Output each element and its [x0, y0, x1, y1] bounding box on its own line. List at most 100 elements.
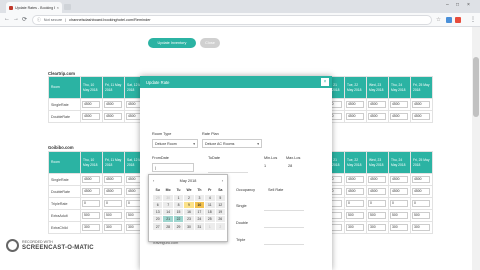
extension-icon[interactable] — [446, 17, 452, 23]
calendar-day[interactable]: 19 — [214, 208, 227, 217]
calendar-day[interactable]: 29 — [151, 193, 164, 202]
browser-tab[interactable]: Update Rates - Booking Engine × — [6, 2, 62, 13]
rate-input[interactable]: 4500 — [104, 113, 122, 120]
address-bar[interactable]: ⓘ Not secure | channelsdashboard.booking… — [32, 15, 432, 25]
rate-input[interactable]: 4500 — [368, 113, 386, 120]
rate-input[interactable]: 300 — [368, 224, 386, 231]
rate-input[interactable]: 4500 — [368, 101, 386, 108]
minimize-icon[interactable]: – — [446, 2, 449, 8]
rate-input[interactable]: 500 — [104, 212, 122, 219]
rate-input[interactable]: 4500 — [346, 176, 364, 183]
calendar-day[interactable]: 25 — [204, 215, 216, 224]
rate-input[interactable]: 4500 — [412, 176, 430, 183]
calendar-day[interactable]: 23 — [183, 215, 195, 224]
rate-input[interactable]: 300 — [346, 224, 364, 231]
calendar-day[interactable]: 5 — [214, 193, 227, 202]
rate-input[interactable]: 4500 — [82, 113, 100, 120]
rate-input[interactable]: 4500 — [82, 176, 100, 183]
rate-input[interactable]: 4500 — [412, 101, 430, 108]
rate-input[interactable]: 4500 — [346, 101, 364, 108]
calendar-day[interactable]: 31 — [193, 222, 206, 231]
rate-input[interactable]: 300 — [390, 224, 408, 231]
rate-input[interactable]: 4500 — [104, 176, 122, 183]
calendar-day[interactable]: 30 — [162, 193, 174, 202]
info-icon[interactable]: ⓘ — [37, 18, 41, 23]
prev-month-icon[interactable]: ‹ — [153, 179, 154, 183]
rate-input[interactable]: 500 — [368, 212, 386, 219]
rate-input[interactable]: 4500 — [390, 113, 408, 120]
back-arrow-icon[interactable]: ← — [4, 16, 10, 22]
maximize-icon[interactable]: □ — [456, 2, 459, 8]
rate-input[interactable]: 500 — [390, 212, 408, 219]
calendar-day[interactable]: 16 — [183, 208, 195, 217]
calendar-day[interactable]: 3 — [193, 193, 206, 202]
rate-input[interactable]: 300 — [82, 224, 100, 231]
calendar-day[interactable]: 29 — [172, 222, 185, 231]
from-date-input[interactable]: | — [152, 163, 194, 172]
rate-input[interactable]: 4500 — [346, 113, 364, 120]
rate-input[interactable]: 300 — [104, 224, 122, 231]
close-tab-icon[interactable]: × — [57, 5, 59, 10]
reload-icon[interactable]: ⟳ — [22, 16, 27, 23]
rate-plan-select[interactable]: Deluxe AC Rooms ▾ — [202, 139, 262, 148]
rate-input[interactable]: 4500 — [368, 176, 386, 183]
calendar-day[interactable]: 21 — [162, 215, 174, 224]
rate-input[interactable]: 0 — [368, 200, 386, 207]
sell-rate-single-input[interactable] — [264, 210, 304, 211]
rate-input[interactable]: 4500 — [104, 101, 122, 108]
next-month-icon[interactable]: › — [222, 179, 223, 183]
rate-input[interactable]: 500 — [82, 212, 100, 219]
extension-icon[interactable] — [455, 17, 461, 23]
calendar-day[interactable]: 10 — [193, 200, 206, 210]
rate-input[interactable]: 4500 — [104, 188, 122, 195]
rate-input[interactable]: 4500 — [346, 188, 364, 195]
calendar-day[interactable]: 30 — [183, 222, 195, 231]
calendar-day[interactable]: 2 — [183, 193, 195, 202]
rate-input[interactable]: 4500 — [412, 113, 430, 120]
calendar-day[interactable]: 6 — [151, 200, 164, 210]
rate-input[interactable]: 4500 — [390, 176, 408, 183]
calendar-day[interactable]: 13 — [151, 208, 164, 217]
update-inventory-button[interactable]: Update Inventory — [148, 38, 196, 48]
scrollbar[interactable] — [472, 27, 480, 270]
rate-input[interactable]: 0 — [346, 200, 364, 207]
room-type-select[interactable]: Deluxe Room ▾ — [152, 139, 198, 148]
calendar-day[interactable]: 12 — [214, 200, 227, 210]
calendar-day[interactable]: 1 — [172, 193, 185, 202]
calendar-day[interactable]: 4 — [204, 193, 216, 202]
close-icon[interactable]: × — [321, 78, 329, 86]
bookmark-star-icon[interactable]: ☆ — [436, 17, 441, 23]
rate-input[interactable]: 500 — [346, 212, 364, 219]
calendar-day[interactable]: 27 — [151, 222, 164, 231]
rate-input[interactable]: 4500 — [390, 188, 408, 195]
calendar-day[interactable]: 8 — [172, 200, 185, 210]
rate-input[interactable]: 4500 — [82, 101, 100, 108]
scrollbar-thumb[interactable] — [473, 57, 479, 117]
rate-input[interactable]: 0 — [82, 200, 100, 207]
calendar-day[interactable]: 17 — [193, 208, 206, 217]
to-date-input[interactable] — [208, 172, 248, 173]
close-button[interactable]: Close — [200, 38, 220, 48]
kebab-menu-icon[interactable]: ⋮ — [470, 16, 476, 23]
calendar-day[interactable]: 24 — [193, 215, 206, 224]
calendar-day[interactable]: 1 — [204, 222, 216, 231]
calendar-day[interactable]: 15 — [172, 208, 185, 217]
sell-rate-double-input[interactable] — [264, 227, 304, 228]
sell-rate-triple-input[interactable] — [264, 244, 304, 245]
rate-input[interactable]: 4500 — [82, 188, 100, 195]
rate-input[interactable]: 0 — [104, 200, 122, 207]
calendar-day[interactable]: 11 — [204, 200, 216, 210]
max-los-input[interactable]: 28 — [288, 164, 292, 168]
calendar-day[interactable]: 26 — [214, 215, 227, 224]
rate-input[interactable]: 0 — [412, 200, 430, 207]
calendar-day[interactable]: 20 — [151, 215, 164, 224]
calendar-day[interactable]: 14 — [162, 208, 174, 217]
calendar-day[interactable]: 22 — [172, 215, 185, 224]
min-los-input[interactable]: 1 — [264, 164, 266, 168]
calendar-day[interactable]: 18 — [204, 208, 216, 217]
rate-input[interactable]: 4500 — [368, 188, 386, 195]
new-tab-button[interactable] — [64, 4, 71, 10]
rate-input[interactable]: 4500 — [390, 101, 408, 108]
rate-input[interactable]: 4500 — [412, 188, 430, 195]
calendar-day[interactable]: 7 — [162, 200, 174, 210]
